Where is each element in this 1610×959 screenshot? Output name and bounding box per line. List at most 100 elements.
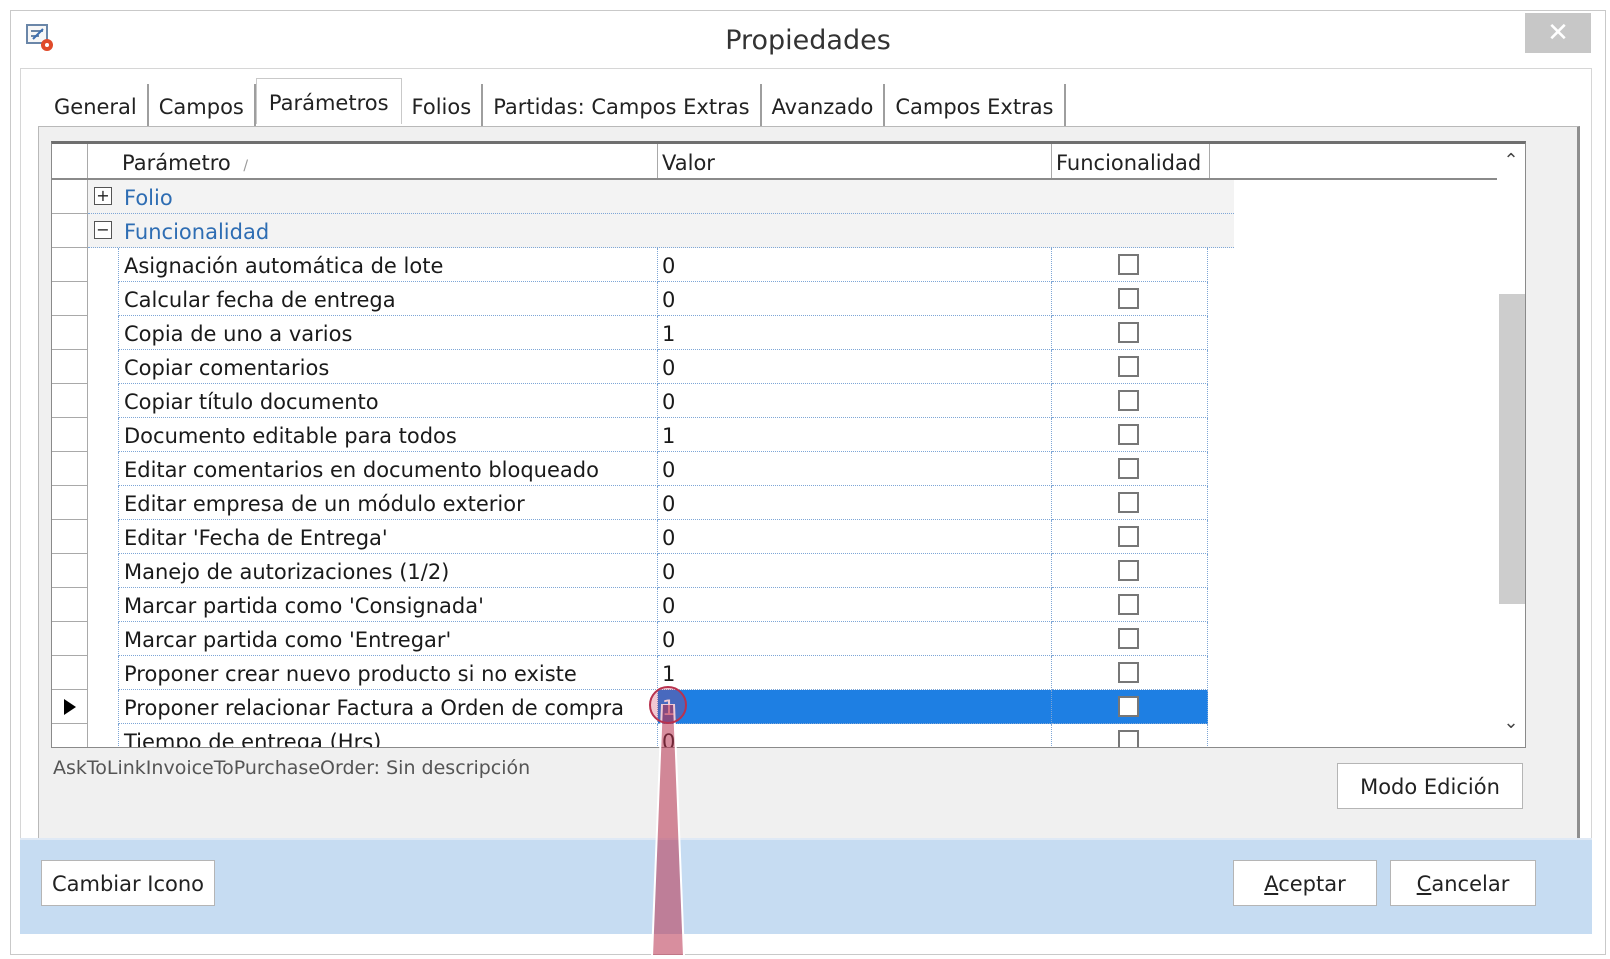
funcionalidad-checkbox[interactable] [1118,424,1139,445]
parameter-value[interactable]: 1 [658,316,1052,350]
parameter-name: Copiar título documento [118,384,658,418]
parameter-value[interactable]: 0 [658,384,1052,418]
parameter-value[interactable]: 0 [658,486,1052,520]
row-indicator [52,418,88,452]
parametros-panel: Parámetro / Valor Funcionalidad + Folio − F… [38,126,1580,842]
group-row[interactable]: − Funcionalidad [52,214,1234,248]
cancelar-button[interactable]: Cancelar [1390,860,1536,906]
parameter-value[interactable]: 0 [658,588,1052,622]
funcionalidad-cell [1052,554,1208,588]
group-cell[interactable]: − Funcionalidad [88,214,1234,248]
parameter-value[interactable]: 0 [658,724,1052,747]
cancelar-mnemonic: C [1416,872,1432,896]
table-row[interactable]: Editar empresa de un módulo exterior 0 [52,486,1234,520]
table-row[interactable]: Tiempo de entrega (Hrs)0 [52,724,1234,747]
tab-general[interactable]: General [44,84,149,128]
aceptar-mnemonic: A [1264,872,1279,896]
parameter-name: Copia de uno a varios [118,316,658,350]
aceptar-button[interactable]: Aceptar [1233,860,1377,906]
funcionalidad-checkbox[interactable] [1118,526,1139,547]
tab-strip: General Campos Parámetros Folios Partida… [44,78,1066,128]
row-indicator [52,316,88,350]
parameter-name: Copiar comentarios [118,350,658,384]
funcionalidad-checkbox[interactable] [1118,730,1139,747]
parameter-value[interactable]: 0 [658,622,1052,656]
funcionalidad-cell [1052,350,1208,384]
funcionalidad-checkbox[interactable] [1118,662,1139,683]
row-indicator [52,248,88,282]
funcionalidad-checkbox[interactable] [1118,492,1139,513]
funcionalidad-cell [1052,452,1208,486]
expand-icon[interactable]: + [94,187,112,205]
funcionalidad-checkbox[interactable] [1118,594,1139,615]
parameter-value[interactable]: 1 [658,418,1052,452]
tab-folios[interactable]: Folios [402,84,484,128]
parameter-value[interactable]: 0 [658,520,1052,554]
row-indicator [52,622,88,656]
parameter-value[interactable]: 1 [658,656,1052,690]
table-row[interactable]: Copiar comentarios 0 [52,350,1234,384]
dialog-footer: Cambiar Icono Aceptar Cancelar [20,838,1592,934]
row-indicator [52,486,88,520]
tab-campos-extras[interactable]: Campos Extras [885,84,1066,128]
table-row[interactable]: Copia de uno a varios 1 [52,316,1234,350]
funcionalidad-checkbox[interactable] [1118,696,1139,717]
table-row[interactable]: Documento editable para todos 1 [52,418,1234,452]
parameter-name: Documento editable para todos [118,418,658,452]
table-row[interactable]: Manejo de autorizaciones (1/2) 0 [52,554,1234,588]
funcionalidad-cell [1052,656,1208,690]
parameter-value[interactable]: 0 [658,282,1052,316]
table-row[interactable]: Copiar título documento 0 [52,384,1234,418]
header-funcionalidad[interactable]: Funcionalidad [1052,144,1210,178]
parameter-value[interactable]: 1 [658,690,1052,724]
parameter-value[interactable]: 0 [658,350,1052,384]
table-row[interactable]: Marcar partida como 'Entregar' 0 [52,622,1234,656]
funcionalidad-cell [1052,724,1208,747]
funcionalidad-checkbox[interactable] [1118,628,1139,649]
tab-parametros[interactable]: Parámetros [255,78,402,124]
table-row[interactable]: Proponer crear nuevo producto si no exis… [52,656,1234,690]
header-valor[interactable]: Valor [658,144,1052,178]
parameter-value[interactable]: 0 [658,248,1052,282]
header-parametro[interactable]: Parámetro / [88,144,658,178]
modo-edicion-button[interactable]: Modo Edición [1337,763,1523,809]
table-row[interactable]: Calcular fecha de entrega 0 [52,282,1234,316]
parameter-value[interactable]: 0 [658,452,1052,486]
row-indicator [52,350,88,384]
parameter-name: Calcular fecha de entrega [118,282,658,316]
current-row-arrow-icon [64,699,76,715]
group-row[interactable]: + Folio [52,180,1234,214]
row-indicator [52,520,88,554]
parameter-name: Proponer crear nuevo producto si no exis… [118,656,658,690]
group-cell[interactable]: + Folio [88,180,1234,214]
cambiar-icono-button[interactable]: Cambiar Icono [41,860,215,906]
close-button[interactable]: ✕ [1525,13,1591,53]
scroll-down-icon[interactable]: ⌄ [1497,712,1525,742]
table-row[interactable]: Editar comentarios en documento bloquead… [52,452,1234,486]
funcionalidad-checkbox[interactable] [1118,458,1139,479]
funcionalidad-checkbox[interactable] [1118,560,1139,581]
tab-avanzado[interactable]: Avanzado [762,84,886,128]
funcionalidad-cell [1052,418,1208,452]
tab-partidas-campos-extras[interactable]: Partidas: Campos Extras [483,84,762,128]
tab-campos[interactable]: Campos [149,84,256,128]
collapse-icon[interactable]: − [94,221,112,239]
parameter-name: Marcar partida como 'Entregar' [118,622,658,656]
table-row[interactable]: Proponer relacionar Factura a Orden de c… [52,690,1234,724]
table-row[interactable]: Asignación automática de lote 0 [52,248,1234,282]
callout-pointer-icon [650,704,686,956]
table-row[interactable]: Marcar partida como 'Consignada' 0 [52,588,1234,622]
sort-indicator: / [243,158,249,174]
scroll-up-icon[interactable]: ⌃ [1497,150,1525,180]
table-row[interactable]: Editar 'Fecha de Entrega' 0 [52,520,1234,554]
funcionalidad-checkbox[interactable] [1118,288,1139,309]
scroll-thumb[interactable] [1499,294,1525,604]
funcionalidad-checkbox[interactable] [1118,390,1139,411]
parameter-value[interactable]: 0 [658,554,1052,588]
funcionalidad-checkbox[interactable] [1118,356,1139,377]
funcionalidad-checkbox[interactable] [1118,254,1139,275]
funcionalidad-checkbox[interactable] [1118,322,1139,343]
header-indicator [52,144,88,178]
vertical-scrollbar[interactable]: ⌃ ⌄ [1497,144,1525,747]
funcionalidad-cell [1052,248,1208,282]
